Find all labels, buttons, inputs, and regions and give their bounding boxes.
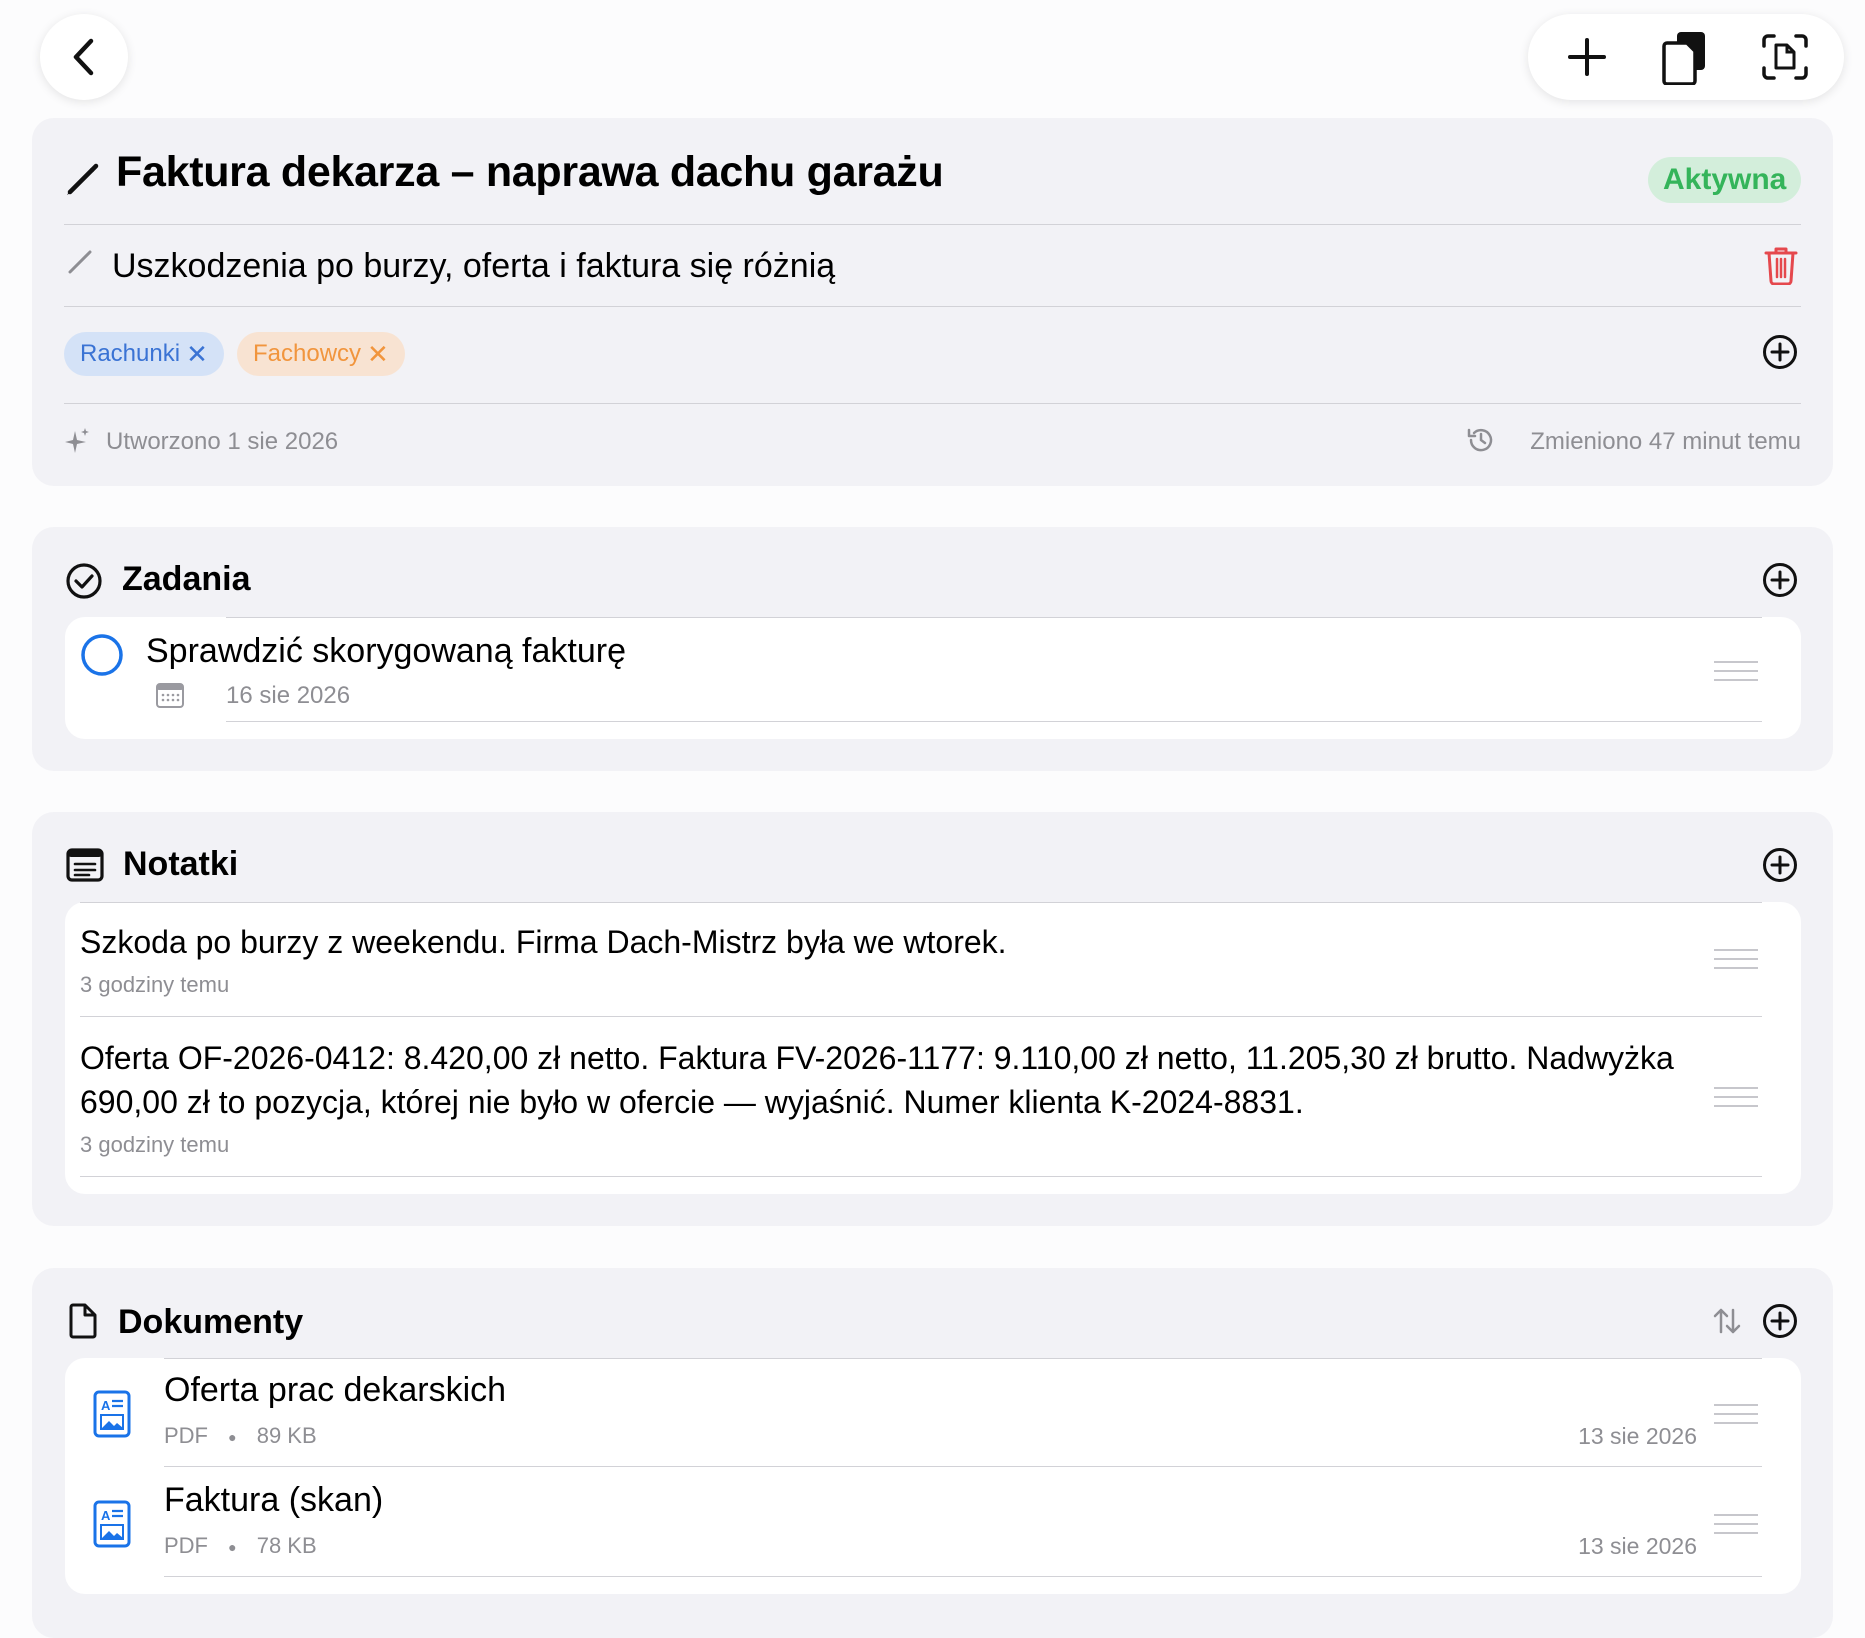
note-icon <box>66 848 104 882</box>
separator-dot: ● <box>228 1429 237 1446</box>
divider <box>164 1358 1762 1359</box>
divider <box>226 721 1762 722</box>
document-date: 13 sie 2026 <box>1578 1423 1697 1449</box>
note-text[interactable]: Oferta OF-2026-0412: 8.420,00 zł netto. … <box>80 1036 1700 1124</box>
section-title-notes: Notatki <box>123 845 239 883</box>
divider <box>80 902 1762 903</box>
scan-document-icon <box>1761 34 1808 80</box>
document-type: PDF <box>164 1423 208 1448</box>
subtitle[interactable]: Uszkodzenia po burzy, oferta i faktura s… <box>112 247 835 286</box>
remove-tag-icon[interactable]: ✕ <box>367 332 389 376</box>
svg-text:A: A <box>101 1508 111 1523</box>
document-type: PDF <box>164 1533 208 1558</box>
sparkles-icon <box>65 428 89 453</box>
calendar-icon <box>156 683 184 708</box>
section-title-documents: Dokumenty <box>118 1303 304 1341</box>
pdf-file-icon: A <box>93 1390 131 1438</box>
scan-document-button[interactable] <box>1750 22 1820 92</box>
add-circle-icon[interactable] <box>1762 334 1798 370</box>
created-date: Utworzono 1 sie 2026 <box>106 428 339 455</box>
divider <box>80 1176 1762 1177</box>
task-checkbox[interactable] <box>80 633 124 677</box>
add-note-icon[interactable] <box>1762 847 1798 883</box>
duplicate-icon <box>1662 32 1705 85</box>
task-due-date: 16 sie 2026 <box>226 682 351 709</box>
document-size: 78 KB <box>256 1533 317 1558</box>
pencil-icon[interactable] <box>64 160 102 198</box>
tag-label: Fachowcy <box>253 340 362 367</box>
document-name[interactable]: Faktura (skan) <box>164 1481 383 1520</box>
note-timestamp: 3 godziny temu <box>80 1132 230 1157</box>
divider <box>164 1466 1762 1467</box>
sort-icon[interactable] <box>1712 1306 1742 1336</box>
divider <box>64 306 1801 307</box>
duplicate-button[interactable] <box>1651 22 1721 92</box>
history-icon <box>1467 428 1493 452</box>
document-meta: PDF ● 78 KB <box>164 1533 317 1559</box>
back-button[interactable] <box>40 14 128 100</box>
divider <box>226 617 1762 618</box>
drag-handle-icon[interactable] <box>1714 1087 1758 1114</box>
tag-chip[interactable]: Rachunki ✕ <box>64 332 224 376</box>
add-button[interactable] <box>1552 22 1622 92</box>
divider <box>80 1016 1762 1017</box>
task-label[interactable]: Sprawdzić skorygowaną fakturę <box>146 632 626 671</box>
drag-handle-icon[interactable] <box>1714 661 1758 688</box>
note-text[interactable]: Szkoda po burzy z weekendu. Firma Dach-M… <box>80 920 1700 964</box>
drag-handle-icon[interactable] <box>1714 1404 1758 1431</box>
toolbar <box>1528 14 1844 100</box>
status-badge[interactable]: Aktywna <box>1648 157 1802 203</box>
plus-icon <box>1568 38 1607 76</box>
modified-date: Zmieniono 47 minut temu <box>1530 428 1801 455</box>
document-name[interactable]: Oferta prac dekarskich <box>164 1371 506 1410</box>
add-document-icon[interactable] <box>1762 1303 1798 1339</box>
back-chevron-icon <box>73 38 94 76</box>
document-meta: PDF ● 89 KB <box>164 1423 317 1449</box>
drag-handle-icon[interactable] <box>1714 949 1758 976</box>
tag-chip[interactable]: Fachowcy ✕ <box>237 332 405 376</box>
separator-dot: ● <box>228 1539 237 1556</box>
document-date: 13 sie 2026 <box>1578 1533 1697 1559</box>
remove-tag-icon[interactable]: ✕ <box>186 332 208 376</box>
pencil-icon[interactable] <box>66 246 96 276</box>
document-icon <box>69 1303 97 1339</box>
section-title-tasks: Zadania <box>122 560 251 598</box>
pdf-file-icon: A <box>93 1500 131 1548</box>
svg-text:A: A <box>101 1398 111 1413</box>
tag-label: Rachunki <box>80 340 181 367</box>
drag-handle-icon[interactable] <box>1714 1514 1758 1541</box>
add-task-icon[interactable] <box>1762 562 1798 598</box>
divider <box>64 403 1801 404</box>
page-title[interactable]: Faktura dekarza – naprawa dachu garażu <box>116 148 944 197</box>
note-timestamp: 3 godziny temu <box>80 972 230 997</box>
divider <box>164 1576 1762 1577</box>
trash-icon[interactable] <box>1764 245 1798 285</box>
checkmark-circle-icon <box>66 563 102 599</box>
divider <box>64 224 1801 225</box>
document-size: 89 KB <box>256 1423 317 1448</box>
